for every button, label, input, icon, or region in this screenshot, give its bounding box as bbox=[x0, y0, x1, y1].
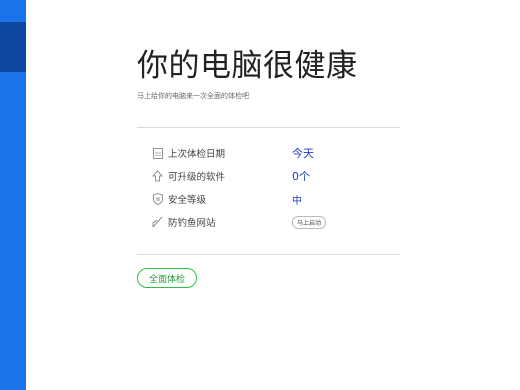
sidebar-active-marker[interactable] bbox=[0, 22, 26, 72]
full-scan-button[interactable]: 全面体检 bbox=[137, 268, 197, 288]
upgradable-label: 可升级的软件 bbox=[168, 172, 226, 183]
status-row-last-scan: 上次体检日期 今天 bbox=[152, 145, 392, 161]
divider-top bbox=[137, 127, 400, 128]
security-value: 中 bbox=[292, 195, 302, 207]
phishing-icon bbox=[152, 216, 163, 228]
calendar-icon bbox=[152, 147, 163, 159]
anti-phishing-label: 防钓鱼网站 bbox=[168, 218, 216, 229]
page-subtitle: 马上给你的电脑来一次全面的体检吧 bbox=[137, 92, 249, 100]
last-scan-value: 今天 bbox=[292, 147, 314, 160]
start-now-button[interactable]: 马上启动 bbox=[292, 215, 327, 229]
divider-bottom bbox=[137, 254, 400, 255]
shield-icon bbox=[152, 193, 163, 205]
last-scan-label: 上次体检日期 bbox=[168, 149, 226, 160]
status-row-upgradable: 可升级的软件 0个 bbox=[152, 168, 392, 184]
upgrade-icon bbox=[152, 170, 163, 182]
status-row-security: 安全等级 中 bbox=[152, 191, 392, 207]
sidebar-strip bbox=[0, 0, 26, 390]
status-row-anti-phishing: 防钓鱼网站 马上启动 bbox=[152, 214, 392, 230]
upgradable-value[interactable]: 0个 bbox=[292, 168, 310, 184]
security-label: 安全等级 bbox=[168, 195, 207, 206]
page-title: 你的电脑很健康 bbox=[137, 48, 358, 84]
